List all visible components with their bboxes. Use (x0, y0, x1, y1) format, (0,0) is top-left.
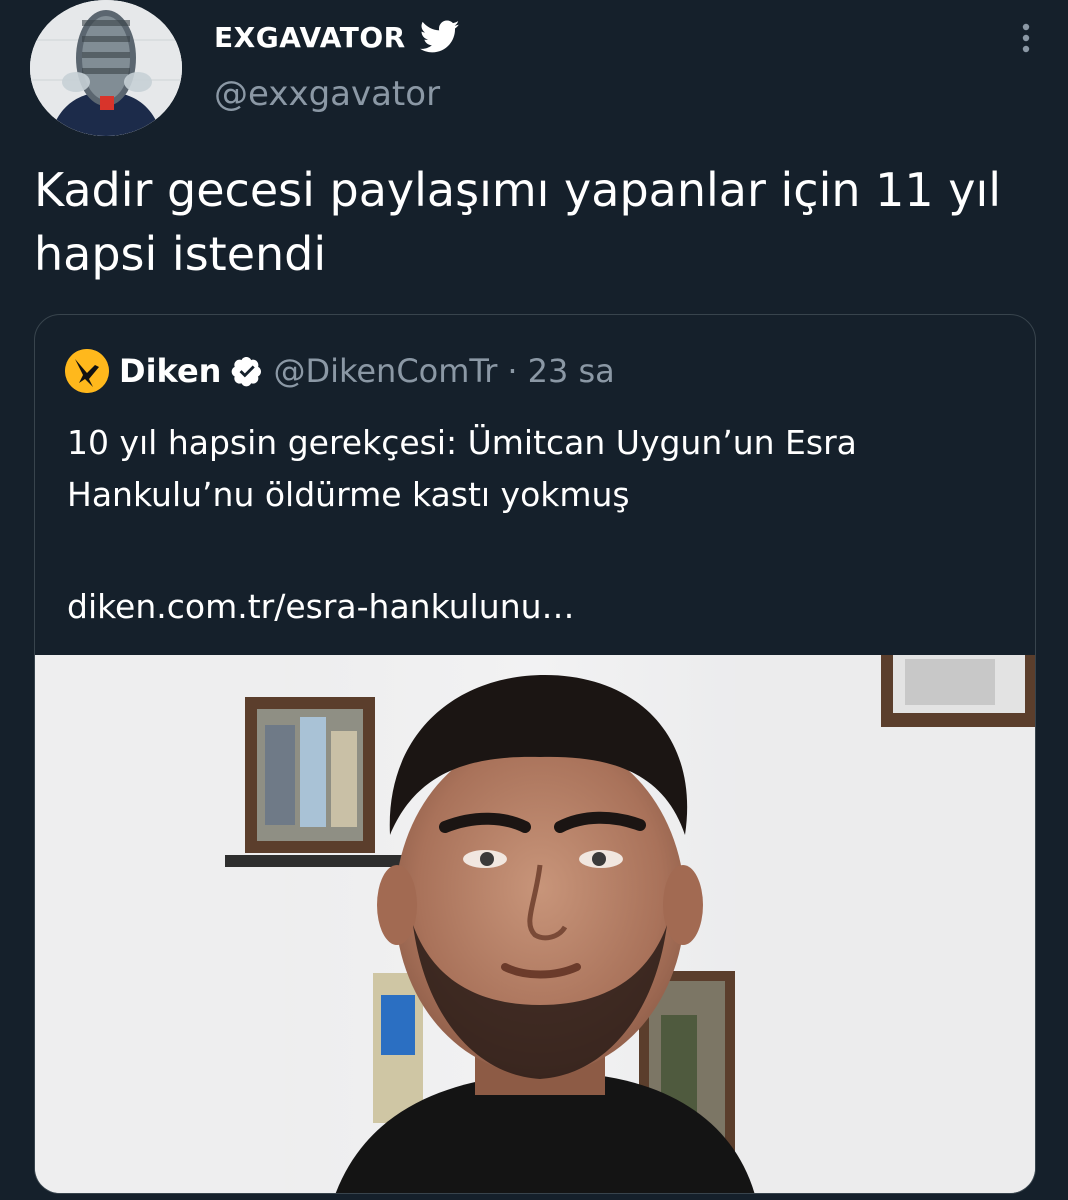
news-photo-graphic (35, 655, 1035, 1193)
author-handle[interactable]: @exxgavator (214, 74, 440, 114)
avatar[interactable] (30, 0, 182, 136)
separator-dot: · (507, 352, 518, 390)
quoted-tweet-text: 10 yıl hapsin gerekçesi: Ümitcan Uygun’u… (67, 423, 857, 514)
avatar-image (30, 0, 182, 136)
more-vertical-icon[interactable] (1018, 22, 1034, 54)
quoted-author-name[interactable]: Diken (119, 352, 221, 390)
diken-logo-icon[interactable] (65, 349, 109, 393)
quoted-tweet-link[interactable]: diken.com.tr/esra-hankulunu… (67, 581, 575, 633)
author-display-name[interactable]: EXGAVATOR (214, 21, 406, 54)
quoted-author-handle[interactable]: @DikenComTr (273, 352, 497, 390)
twitter-bird-icon (419, 20, 460, 54)
quoted-tweet-header: Diken @DikenComTr · 23 sa (65, 349, 615, 393)
quoted-timestamp[interactable]: 23 sa (528, 352, 615, 390)
quoted-tweet-card[interactable]: Diken @DikenComTr · 23 sa 10 yıl hapsin … (34, 314, 1036, 1194)
author-name-row: EXGAVATOR (214, 20, 460, 54)
verified-badge-icon (231, 355, 263, 387)
tweet-text: Kadir gecesi paylaşımı yapanlar için 11 … (34, 163, 1002, 281)
news-photo[interactable] (35, 655, 1035, 1193)
